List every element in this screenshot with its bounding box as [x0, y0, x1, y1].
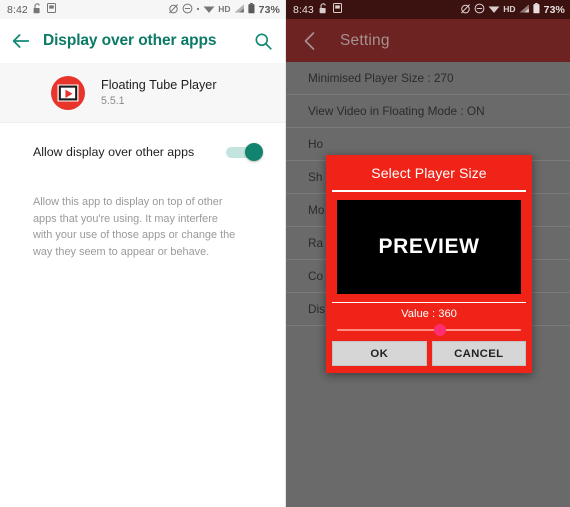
- status-bar-clock: 8:43: [293, 3, 314, 16]
- toggle-thumb: [245, 143, 263, 161]
- right-status-bar: 8:43 HD 73%: [286, 0, 570, 19]
- do-not-disturb-icon: [182, 3, 193, 17]
- allow-display-toggle-switch[interactable]: [226, 142, 263, 162]
- battery-percent-label: 73%: [258, 3, 280, 16]
- battery-percent-label: 73%: [543, 3, 565, 16]
- sim-card-icon: [46, 3, 56, 16]
- signal-icon: [234, 3, 245, 17]
- settings-page-title: Setting: [340, 31, 390, 49]
- status-bar-clock: 8:42: [7, 3, 28, 16]
- status-bar-right-group: HD 73%: [460, 2, 565, 17]
- search-icon[interactable]: [254, 32, 273, 51]
- status-bar-right-group: HD 73%: [168, 2, 280, 17]
- dot-icon: [196, 3, 200, 17]
- right-phone-screen: 8:43 HD 73% Setting Minimised Player Siz…: [285, 0, 570, 507]
- select-player-size-dialog: Select Player Size PREVIEW Value : 360 O…: [326, 155, 532, 373]
- wifi-icon: [488, 3, 500, 17]
- player-preview-box: PREVIEW: [337, 199, 521, 294]
- size-value-label: Value : 360: [401, 308, 457, 321]
- allow-display-toggle-label: Allow display over other apps: [33, 145, 195, 159]
- left-phone-screen: 8:42 HD 73% Display over other apps Floa…: [0, 0, 285, 507]
- battery-icon: [248, 2, 255, 17]
- player-size-slider[interactable]: [337, 323, 521, 337]
- left-status-bar: 8:42 HD 73%: [0, 0, 285, 19]
- app-name: Floating Tube Player: [101, 77, 217, 92]
- list-item[interactable]: Minimised Player Size : 270: [286, 62, 570, 95]
- do-not-disturb-icon: [474, 3, 485, 17]
- unlock-icon: [33, 3, 42, 17]
- dialog-actions: OK CANCEL: [326, 334, 532, 373]
- app-info-row[interactable]: Floating Tube Player 5.5.1: [0, 63, 285, 122]
- arrow-back-icon[interactable]: [10, 30, 32, 52]
- left-app-bar: Display over other apps: [0, 19, 285, 63]
- status-bar-left-group: 8:43: [293, 3, 342, 17]
- allow-display-toggle-row[interactable]: Allow display over other apps: [0, 122, 285, 181]
- list-item[interactable]: View Video in Floating Mode : ON: [286, 95, 570, 128]
- ok-button[interactable]: OK: [332, 341, 427, 367]
- chevron-left-icon[interactable]: [302, 31, 318, 51]
- hd-icon: HD: [503, 4, 516, 15]
- hd-icon: HD: [218, 4, 231, 15]
- sim-card-icon: [332, 3, 342, 16]
- alarm-off-icon: [168, 3, 179, 17]
- floating-tube-player-icon: [50, 75, 86, 111]
- wifi-icon: [203, 3, 215, 17]
- status-bar-left-group: 8:42: [7, 3, 56, 17]
- preview-label: PREVIEW: [378, 234, 480, 258]
- signal-icon: [519, 3, 530, 17]
- battery-icon: [533, 2, 540, 17]
- dialog-body: PREVIEW: [326, 192, 532, 294]
- slider-fill: [337, 329, 441, 332]
- cancel-button[interactable]: CANCEL: [431, 341, 526, 367]
- alarm-off-icon: [460, 3, 471, 17]
- page-title: Display over other apps: [43, 32, 217, 49]
- slider-thumb[interactable]: [434, 324, 447, 337]
- permission-description: Allow this app to display on top of othe…: [33, 196, 236, 258]
- screenshot-root: 8:42 HD 73% Display over other apps Floa…: [0, 0, 570, 507]
- app-version: 5.5.1: [101, 95, 125, 108]
- right-app-bar: Setting: [286, 19, 570, 62]
- app-meta: Floating Tube Player 5.5.1: [101, 78, 217, 108]
- unlock-icon: [319, 3, 328, 17]
- dialog-title: Select Player Size: [371, 165, 487, 181]
